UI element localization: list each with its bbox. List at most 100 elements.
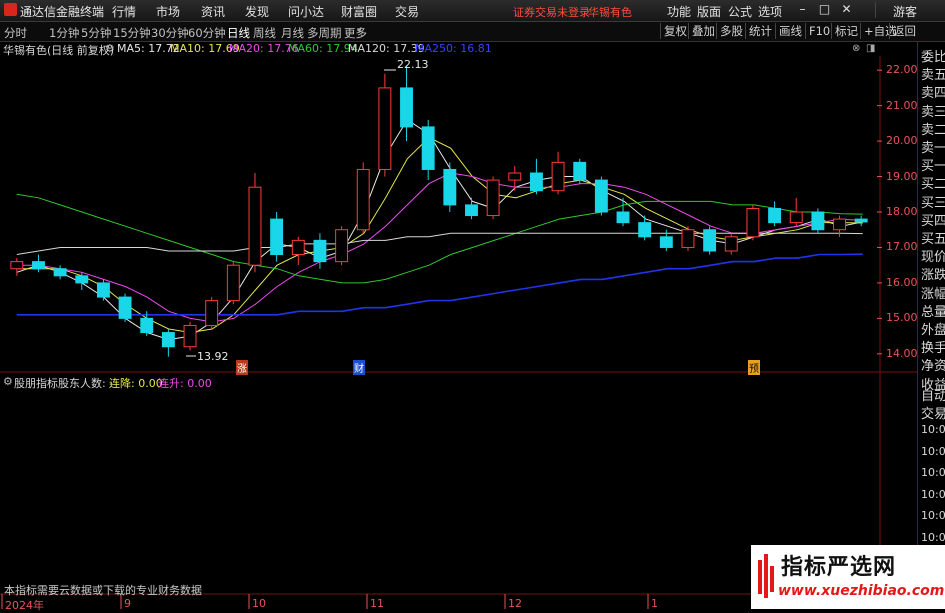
candle-up (248, 186, 262, 266)
menu-item-trade[interactable]: 交易 (395, 3, 419, 20)
divider (875, 2, 876, 18)
btn-overlay[interactable]: 叠加 (688, 23, 718, 39)
x-tick-label: 11 (370, 597, 384, 610)
period-monthly[interactable]: 月线 (281, 25, 304, 41)
candle-down (573, 161, 587, 181)
quote-field-label: 买五 (921, 232, 945, 247)
y-tick-label: 19.00 (886, 169, 918, 183)
candle-up (551, 161, 565, 192)
x-tick-label: 9 (124, 597, 131, 610)
indicator-param: 股东人数: - (58, 377, 114, 390)
candle-up (226, 264, 240, 302)
candle-up (378, 87, 392, 170)
period-intraday[interactable]: 分时 (4, 25, 27, 41)
auto-trade-label[interactable]: 交易 (921, 403, 945, 422)
tick-time: 10:09 (921, 423, 945, 436)
menu-item-quotes[interactable]: 行情 (112, 3, 136, 20)
maximize-icon[interactable]: □ (816, 1, 833, 18)
candle-down (53, 268, 67, 277)
menu-item-function[interactable]: 功能 (667, 3, 691, 20)
btn-f10[interactable]: F10 (805, 23, 833, 39)
kline-chart[interactable] (0, 42, 917, 609)
btn-draw-line[interactable]: 画线 (775, 23, 805, 39)
period-5min[interactable]: 5分钟 (81, 25, 111, 41)
menu-item-layout[interactable]: 版面 (697, 3, 721, 20)
x-tick-label: 1 (651, 597, 658, 610)
quote-field-label: 卖一 (921, 141, 945, 156)
high-annotation: 22.13 (397, 58, 429, 71)
auto-trade-label[interactable]: 自动 (921, 385, 945, 404)
period-daily[interactable]: 日线 (227, 25, 250, 41)
event-marker-forecast[interactable]: 预 (748, 360, 760, 375)
indicator-name[interactable]: 股朋指标 (14, 375, 58, 391)
candle-up (746, 207, 760, 238)
candle-up (10, 261, 24, 270)
btn-statistics[interactable]: 统计 (745, 23, 775, 39)
candle-up (356, 168, 370, 231)
btn-back[interactable]: 返回 (889, 23, 919, 39)
indicator-down-value: 连降: 0.00 (109, 377, 163, 390)
quote-field-label: 卖五 (921, 68, 945, 84)
period-15min[interactable]: 15分钟 (113, 25, 151, 41)
candle-up (183, 324, 197, 348)
indicator-note: 本指标需要云数据或下载的专业财务数据 (4, 584, 202, 597)
app-title: 通达信金融终端 (20, 5, 105, 19)
app-logo-icon (4, 3, 17, 16)
menu-item-wealth[interactable]: 财富圈 (341, 3, 377, 20)
menu-item-ask[interactable]: 问小达 (288, 3, 324, 20)
quote-field-label: 卖二 (921, 122, 945, 138)
quote-field-label: 买三 (921, 195, 945, 211)
period-multi[interactable]: 多周期 (307, 25, 342, 41)
menu-item-formula[interactable]: 公式 (728, 3, 752, 20)
quote-field-label: 买二 (921, 177, 945, 193)
candle-down (465, 204, 478, 217)
candle-down (659, 236, 673, 248)
period-more[interactable]: 更多 (344, 25, 367, 41)
candle-up (205, 300, 219, 326)
event-marker-finance[interactable]: 财 (353, 360, 365, 375)
candle-down (594, 179, 608, 213)
event-marker-limit-up[interactable]: 涨 (236, 360, 248, 375)
btn-multi-stock[interactable]: 多股 (716, 23, 746, 39)
indicator-settings-icon[interactable]: ⚙ (3, 375, 13, 388)
quote-field-label: 换手 (921, 341, 945, 357)
menu-item-news[interactable]: 资讯 (201, 3, 225, 20)
tick-time: 10:09 (921, 487, 945, 501)
btn-mark[interactable]: 标记 (831, 23, 861, 39)
watermark-logo-icon (758, 554, 774, 598)
candle-down (75, 275, 89, 284)
tick-time: 10:09 (921, 444, 945, 458)
menu-item-market[interactable]: 市场 (156, 3, 180, 20)
minimize-icon[interactable]: – (794, 1, 811, 18)
btn-restore-rights[interactable]: 复权 (660, 23, 690, 39)
guest-user[interactable]: 游客 (893, 3, 917, 20)
quote-field-label: 卖四 (921, 86, 945, 102)
candle-up (508, 172, 522, 181)
close-icon[interactable]: ✕ (838, 1, 855, 18)
low-annotation: 13.92 (197, 350, 229, 363)
candle-up (335, 229, 349, 263)
y-tick-label: 21.00 (886, 98, 918, 112)
candle-up (681, 229, 695, 248)
menu-item-options[interactable]: 选项 (758, 3, 782, 20)
candle-down (443, 168, 457, 206)
chevron-down-icon: ▾ (357, 26, 362, 36)
period-60min[interactable]: 60分钟 (188, 25, 226, 41)
y-tick-label: 15.00 (886, 311, 918, 325)
period-weekly[interactable]: 周线 (253, 25, 276, 41)
candle-up (724, 236, 738, 252)
period-1min[interactable]: 1分钟 (49, 25, 79, 41)
quote-field-label: 现价 (921, 250, 945, 266)
quote-field-label: 买一 (921, 159, 945, 175)
login-status[interactable]: 证券交易未登录 (513, 4, 590, 20)
period-30min[interactable]: 30分钟 (151, 25, 189, 41)
candle-down (638, 222, 652, 238)
candle-down (140, 317, 154, 334)
candle-down (313, 239, 327, 263)
indicator-up-value: 连升: 0.00 (158, 377, 212, 390)
y-tick-label: 18.00 (886, 205, 918, 218)
menu-item-discover[interactable]: 发现 (245, 3, 269, 20)
candle-down (421, 126, 435, 170)
ma-line-ma5 (16, 119, 863, 341)
tick-time: 10:09 (921, 466, 945, 479)
